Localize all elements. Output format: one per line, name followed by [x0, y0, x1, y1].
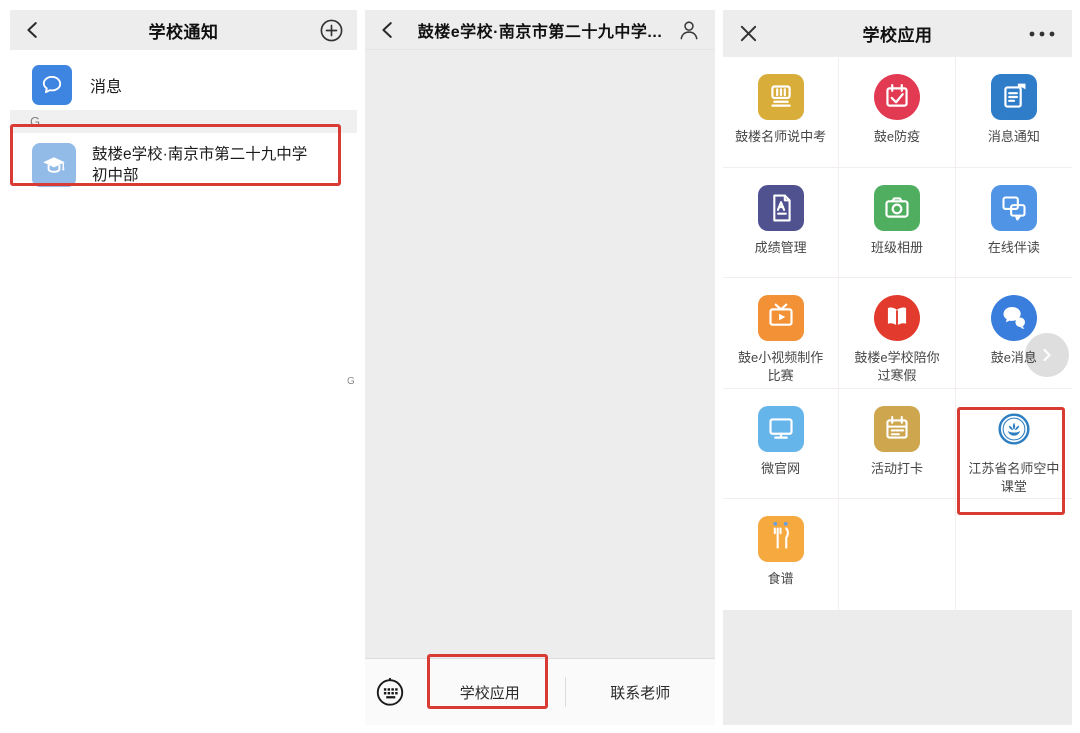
apps-footer-area: [723, 610, 1072, 725]
close-icon[interactable]: [739, 24, 758, 43]
menu-contact-teacher[interactable]: 联系老师: [566, 682, 716, 703]
app-item[interactable]: 成绩管理: [723, 168, 839, 279]
app-item[interactable]: 微官网: [723, 389, 839, 500]
notice-screen: 学校通知 消息 G: [10, 10, 357, 725]
chat-menu-bar: 学校应用 联系老师: [365, 658, 715, 725]
chat-bubble-icon: [32, 65, 72, 105]
messages-item[interactable]: 消息: [10, 60, 357, 110]
app-item[interactable]: 鼓e防疫: [839, 57, 955, 168]
graduation-cap-icon: [32, 143, 76, 187]
alphabet-index-letter[interactable]: G: [347, 376, 355, 387]
app-item-label: 活动打卡: [871, 460, 923, 478]
apps-title: 学校应用: [723, 21, 1072, 46]
app-item[interactable]: 活动打卡: [839, 389, 955, 500]
app-item-label: 食谱: [768, 570, 794, 588]
chat-screen: 鼓楼e学校·南京市第二十九中学...: [365, 10, 715, 725]
notice-header: 学校通知: [10, 10, 357, 50]
school-contact-item[interactable]: 鼓楼e学校·南京市第二十九中学 初中部: [10, 133, 357, 197]
messages-label: 消息: [90, 73, 122, 97]
empty-grid-cell: [956, 499, 1072, 610]
keyboard-icon[interactable]: [365, 676, 415, 708]
notice-document-icon: [991, 74, 1037, 120]
apps-grid: 鼓楼名师说中考 鼓e防疫 消息通知 成绩管理: [723, 57, 1072, 610]
grade-report-icon: [758, 185, 804, 231]
message-bubbles-icon: [991, 295, 1037, 341]
back-icon[interactable]: [377, 19, 399, 41]
chat-message-area: [365, 51, 715, 658]
app-item[interactable]: 食谱: [723, 499, 839, 610]
fork-knife-icon: [758, 516, 804, 562]
back-icon[interactable]: [22, 19, 44, 41]
chat-title: 鼓楼e学校·南京市第二十九中学...: [365, 18, 715, 42]
open-book-icon: [874, 295, 920, 341]
monitor-icon: [758, 406, 804, 452]
school-contact-name: 鼓楼e学校·南京市第二十九中学 初中部: [92, 144, 307, 186]
app-item-label: 微官网: [761, 460, 800, 478]
empty-grid-cell: [839, 499, 955, 610]
apps-header: 学校应用: [723, 10, 1072, 57]
app-item[interactable]: 鼓楼名师说中考: [723, 57, 839, 168]
app-item-label: 鼓楼名师说中考: [735, 128, 826, 146]
app-item-label: 江苏省名师空中课堂: [968, 460, 1059, 496]
lecture-podium-icon: [758, 74, 804, 120]
camera-icon: [874, 185, 920, 231]
app-item[interactable]: 鼓楼e学校陪你过寒假: [839, 278, 955, 389]
video-tv-icon: [758, 295, 804, 341]
chat-header: 鼓楼e学校·南京市第二十九中学...: [365, 10, 715, 50]
app-item-label: 鼓e防疫: [874, 128, 920, 146]
screenshot-canvas: 学校通知 消息 G: [0, 0, 1080, 733]
app-item[interactable]: 在线伴读: [956, 168, 1072, 279]
app-item-label: 班级相册: [871, 239, 923, 257]
calendar-checkin-icon: [874, 406, 920, 452]
notice-title: 学校通知: [10, 18, 357, 43]
app-item[interactable]: 鼓e小视频制作比赛: [723, 278, 839, 389]
app-item-label: 鼓e小视频制作比赛: [738, 349, 823, 385]
app-item-label: 成绩管理: [755, 239, 807, 257]
reading-chat-icon: [991, 185, 1037, 231]
app-item-label: 鼓楼e学校陪你过寒假: [854, 349, 939, 385]
contact-person-icon[interactable]: [677, 18, 701, 42]
apps-screen: 学校应用 鼓楼名师说中考 鼓e防疫: [723, 10, 1072, 725]
app-item-label: 在线伴读: [988, 239, 1040, 257]
app-item[interactable]: 班级相册: [839, 168, 955, 279]
app-item-air-classroom[interactable]: 江苏省名师空中课堂: [956, 389, 1072, 500]
more-icon[interactable]: [1028, 30, 1056, 38]
app-item[interactable]: 消息通知: [956, 57, 1072, 168]
next-page-icon[interactable]: [1025, 333, 1069, 377]
menu-school-apps[interactable]: 学校应用: [415, 682, 565, 703]
calendar-check-icon: [874, 74, 920, 120]
section-header-g: G: [10, 110, 357, 133]
plus-icon[interactable]: [319, 18, 344, 43]
app-item-label: 消息通知: [988, 128, 1040, 146]
air-classroom-logo-icon: [991, 406, 1037, 452]
